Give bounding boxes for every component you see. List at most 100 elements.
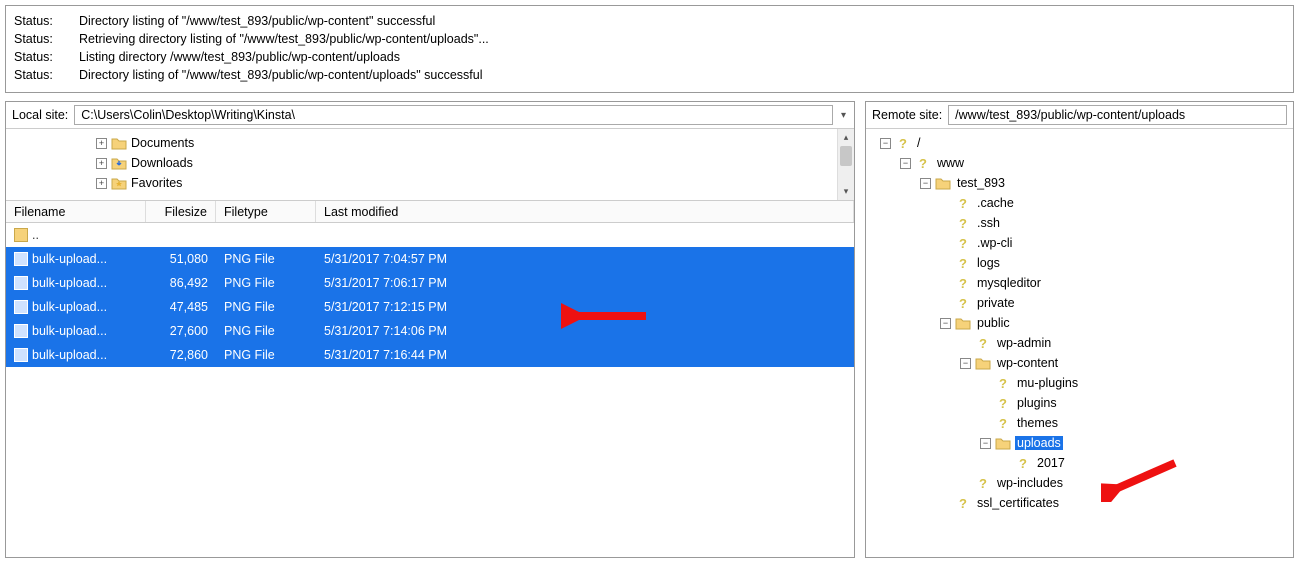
file-row[interactable]: bulk-upload... 47,485 PNG File 5/31/2017… bbox=[6, 295, 854, 319]
collapse-icon[interactable]: − bbox=[940, 318, 951, 329]
remote-tree-label: uploads bbox=[1015, 436, 1063, 450]
local-folder-tree[interactable]: + Documents + Downloads + bbox=[6, 129, 854, 201]
remote-tree-item[interactable]: − test_893 bbox=[870, 173, 1293, 193]
remote-path-input[interactable] bbox=[948, 105, 1287, 125]
remote-tree-item[interactable]: −public bbox=[870, 313, 1293, 333]
collapse-icon[interactable]: − bbox=[960, 358, 971, 369]
remote-tree-item[interactable]: ?.ssh bbox=[870, 213, 1293, 233]
local-file-list[interactable]: Filename Filesize Filetype Last modified… bbox=[6, 201, 854, 557]
folder-icon bbox=[111, 136, 127, 150]
file-name: bulk-upload... bbox=[32, 324, 107, 338]
file-modified: 5/31/2017 7:06:17 PM bbox=[316, 276, 526, 290]
file-row[interactable]: bulk-upload... 51,080 PNG File 5/31/2017… bbox=[6, 247, 854, 271]
expand-icon[interactable]: + bbox=[96, 138, 107, 149]
remote-tree-item[interactable]: ?.cache bbox=[870, 193, 1293, 213]
remote-tree-item[interactable]: ?mu-plugins bbox=[870, 373, 1293, 393]
parent-label: .. bbox=[32, 228, 39, 242]
file-type: PNG File bbox=[216, 300, 316, 314]
unknown-folder-icon: ? bbox=[955, 236, 971, 251]
unknown-folder-icon: ? bbox=[955, 296, 971, 311]
remote-tree-item[interactable]: ?wp-includes bbox=[870, 473, 1293, 493]
file-row[interactable]: bulk-upload... 27,600 PNG File 5/31/2017… bbox=[6, 319, 854, 343]
expand-icon[interactable]: + bbox=[96, 178, 107, 189]
unknown-folder-icon: ? bbox=[995, 396, 1011, 411]
file-modified: 5/31/2017 7:16:44 PM bbox=[316, 348, 526, 362]
tree-item-downloads[interactable]: + Downloads bbox=[6, 153, 854, 173]
scroll-thumb[interactable] bbox=[840, 146, 852, 166]
local-site-bar: Local site: ▾ bbox=[6, 102, 854, 129]
remote-tree-label: plugins bbox=[1015, 396, 1059, 410]
tree-item-label: Downloads bbox=[131, 156, 193, 170]
remote-tree-item[interactable]: ?.wp-cli bbox=[870, 233, 1293, 253]
remote-tree-item[interactable]: −?/ bbox=[870, 133, 1293, 153]
file-list-header: Filename Filesize Filetype Last modified bbox=[6, 201, 854, 223]
remote-tree-label: www bbox=[935, 156, 966, 170]
folder-icon bbox=[955, 316, 971, 330]
remote-tree-label: themes bbox=[1015, 416, 1060, 430]
status-label: Status: bbox=[14, 12, 79, 30]
unknown-folder-icon: ? bbox=[975, 336, 991, 351]
status-message: Directory listing of "/www/test_893/publ… bbox=[79, 12, 1285, 30]
status-log-panel: Status: Directory listing of "/www/test_… bbox=[5, 5, 1294, 93]
remote-tree-item[interactable]: ?logs bbox=[870, 253, 1293, 273]
file-row[interactable]: bulk-upload... 86,492 PNG File 5/31/2017… bbox=[6, 271, 854, 295]
local-path-input[interactable] bbox=[74, 105, 833, 125]
status-row: Status: Retrieving directory listing of … bbox=[14, 30, 1285, 48]
file-name: bulk-upload... bbox=[32, 300, 107, 314]
remote-tree-item[interactable]: ?2017 bbox=[870, 453, 1293, 473]
file-icon bbox=[14, 324, 28, 338]
remote-tree-item[interactable]: ? private bbox=[870, 293, 1293, 313]
tree-item-documents[interactable]: + Documents bbox=[6, 133, 854, 153]
column-header-lastmodified[interactable]: Last modified bbox=[316, 201, 854, 222]
scroll-down-icon[interactable]: ▾ bbox=[838, 183, 854, 200]
remote-folder-tree[interactable]: −?/−?www−test_893?.cache?.ssh?.wp-cli?lo… bbox=[866, 129, 1293, 557]
remote-tree-label: private bbox=[975, 296, 1017, 310]
status-row: Status: Directory listing of "/www/test_… bbox=[14, 66, 1285, 84]
local-tree-scrollbar[interactable]: ▴ ▾ bbox=[837, 129, 854, 200]
status-message: Directory listing of "/www/test_893/publ… bbox=[79, 66, 1285, 84]
status-message: Retrieving directory listing of "/www/te… bbox=[79, 30, 1285, 48]
folder-icon bbox=[975, 356, 991, 370]
file-size: 27,600 bbox=[146, 324, 216, 338]
folder-icon bbox=[111, 176, 127, 190]
remote-tree-item[interactable]: −wp-content bbox=[870, 353, 1293, 373]
column-header-filename[interactable]: Filename bbox=[6, 201, 146, 222]
remote-pane: Remote site: −?/−?www−test_893?.cache?.s… bbox=[865, 101, 1294, 558]
collapse-icon[interactable]: − bbox=[900, 158, 911, 169]
file-icon bbox=[14, 348, 28, 362]
status-label: Status: bbox=[14, 66, 79, 84]
collapse-icon[interactable]: − bbox=[880, 138, 891, 149]
file-row[interactable]: bulk-upload... 72,860 PNG File 5/31/2017… bbox=[6, 343, 854, 367]
file-name: bulk-upload... bbox=[32, 348, 107, 362]
remote-tree-item[interactable]: −?www bbox=[870, 153, 1293, 173]
file-type: PNG File bbox=[216, 348, 316, 362]
tree-item-favorites[interactable]: + Favorites bbox=[6, 173, 854, 193]
file-modified: 5/31/2017 7:04:57 PM bbox=[316, 252, 526, 266]
remote-tree-item[interactable]: ?ssl_certificates bbox=[870, 493, 1293, 513]
collapse-icon[interactable]: − bbox=[920, 178, 931, 189]
unknown-folder-icon: ? bbox=[955, 216, 971, 231]
remote-tree-label: test_893 bbox=[955, 176, 1007, 190]
status-row: Status: Listing directory /www/test_893/… bbox=[14, 48, 1285, 66]
local-path-dropdown-icon[interactable]: ▾ bbox=[839, 110, 848, 121]
scroll-up-icon[interactable]: ▴ bbox=[838, 129, 854, 146]
column-header-filetype[interactable]: Filetype bbox=[216, 201, 316, 222]
remote-tree-item[interactable]: ?mysqleditor bbox=[870, 273, 1293, 293]
expand-icon[interactable]: + bbox=[96, 158, 107, 169]
collapse-icon[interactable]: − bbox=[980, 438, 991, 449]
remote-tree-item[interactable]: − uploads bbox=[870, 433, 1293, 453]
parent-directory-row[interactable]: .. bbox=[6, 223, 854, 247]
folder-icon bbox=[111, 156, 127, 170]
file-type: PNG File bbox=[216, 252, 316, 266]
file-size: 72,860 bbox=[146, 348, 216, 362]
folder-icon bbox=[995, 436, 1011, 450]
folder-up-icon bbox=[14, 228, 28, 242]
column-header-filesize[interactable]: Filesize bbox=[146, 201, 216, 222]
local-pane: Local site: ▾ + Documents + bbox=[5, 101, 855, 558]
remote-tree-label: wp-admin bbox=[995, 336, 1053, 350]
remote-tree-item[interactable]: ? plugins bbox=[870, 393, 1293, 413]
tree-item-label: Documents bbox=[131, 136, 194, 150]
remote-tree-item[interactable]: ?themes bbox=[870, 413, 1293, 433]
unknown-folder-icon: ? bbox=[1015, 456, 1031, 471]
remote-tree-item[interactable]: ? wp-admin bbox=[870, 333, 1293, 353]
